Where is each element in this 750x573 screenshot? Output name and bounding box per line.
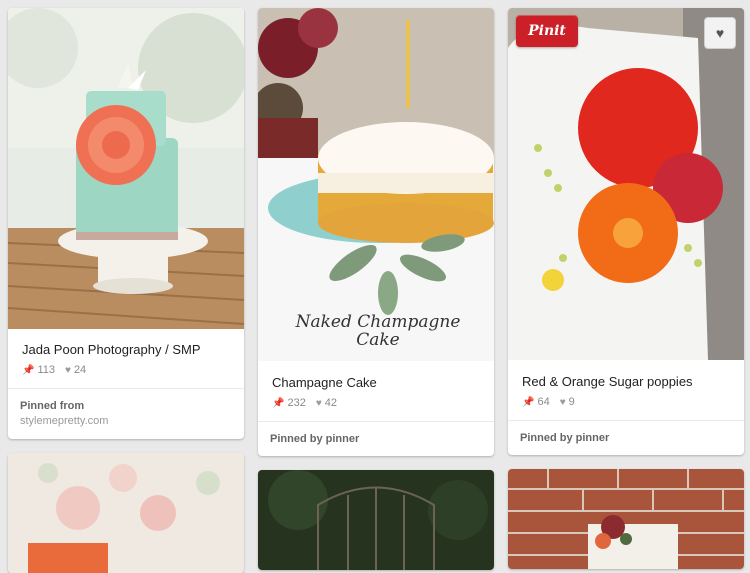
heart-icon: ♥: [559, 396, 566, 408]
image-caption: Naked Champagne Cake: [288, 313, 468, 349]
pin-image-mint-cake[interactable]: [8, 8, 244, 329]
repin-count: 113: [37, 364, 55, 376]
like-button[interactable]: ♥: [704, 17, 736, 49]
pin-image-floral[interactable]: [8, 453, 244, 573]
pinned-from-label: Pinned from: [20, 400, 85, 412]
divider: [8, 388, 244, 389]
repin-count: 64: [537, 396, 550, 408]
like-count: 24: [73, 364, 87, 376]
pin-card-2[interactable]: Naked Champagne Cake Champagne Cake 📌 23…: [258, 8, 494, 456]
like-count: 9: [568, 396, 575, 408]
heart-icon: ♥: [715, 25, 725, 41]
pin-card-5[interactable]: [258, 470, 494, 570]
pin-icon: 📌: [272, 397, 285, 409]
pinned-by-label[interactable]: Pinned by pinner: [520, 432, 609, 444]
heart-icon: ♥: [65, 364, 71, 376]
pin-card-4[interactable]: [8, 453, 244, 573]
pin-image-garden-gate[interactable]: [258, 470, 494, 570]
pin-image-brick-cake[interactable]: [508, 469, 744, 569]
pin-icon: 📌: [522, 396, 535, 408]
pin-stats: 📌 113 ♥ 24: [22, 364, 96, 376]
heart-icon: ♥: [315, 397, 322, 409]
divider: [258, 421, 494, 422]
like-count: 42: [324, 397, 337, 409]
divider: [508, 420, 744, 421]
pin-it-button[interactable]: Pinit: [516, 15, 578, 47]
pin-title[interactable]: Champagne Cake: [272, 375, 377, 390]
pin-icon: 📌: [22, 364, 35, 376]
pin-card-6[interactable]: [508, 469, 744, 569]
pin-image-champagne-cake[interactable]: Naked Champagne Cake: [258, 8, 494, 361]
pin-title[interactable]: Red & Orange Sugar poppies: [522, 374, 693, 389]
pin-card-3[interactable]: Pinit ♥ Red & Orange Sugar poppies 📌 64 …: [508, 8, 744, 455]
pin-card-1[interactable]: Jada Poon Photography / SMP 📌 113 ♥ 24 P…: [8, 8, 244, 439]
repin-count: 232: [287, 397, 306, 409]
caption-line-2: Cake: [356, 330, 400, 350]
pinned-by-label[interactable]: Pinned by pinner: [270, 433, 359, 445]
pin-title[interactable]: Jada Poon Photography / SMP: [22, 342, 201, 357]
pin-image-sugar-poppies[interactable]: [508, 8, 744, 360]
pin-stats: 📌 232 ♥ 42: [272, 397, 347, 409]
pin-stats: 📌 64 ♥ 9: [522, 396, 585, 408]
source-link[interactable]: stylemepretty.com: [20, 415, 108, 427]
caption-line-1: Naked Champagne: [295, 312, 461, 332]
